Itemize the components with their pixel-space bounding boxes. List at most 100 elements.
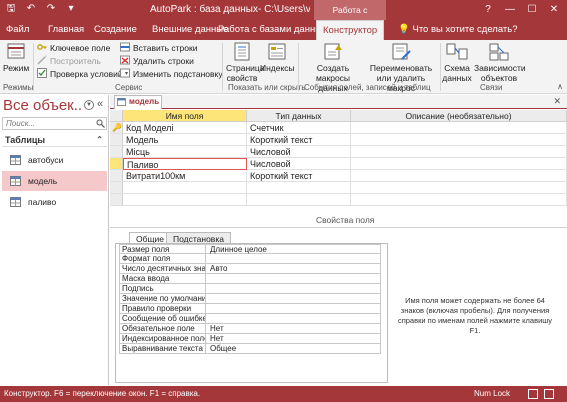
data-type-cell[interactable]: Короткий текст bbox=[247, 134, 351, 146]
collapse-ribbon-icon[interactable]: ∧ bbox=[557, 82, 563, 91]
nav-menu-chevron-icon[interactable]: ▼ bbox=[84, 100, 94, 110]
indexes-button[interactable]: Индексы bbox=[260, 42, 295, 73]
nav-search-input[interactable]: Поиск... bbox=[2, 117, 107, 130]
column-header-description[interactable]: Описание (необязательно) bbox=[351, 110, 567, 122]
description-cell[interactable] bbox=[351, 134, 567, 146]
description-cell[interactable] bbox=[351, 122, 567, 134]
description-cell[interactable] bbox=[351, 182, 567, 194]
minimize-button[interactable]: — bbox=[499, 0, 521, 20]
nav-item-palyvo[interactable]: паливо bbox=[2, 192, 107, 212]
property-value[interactable] bbox=[208, 314, 378, 323]
close-button[interactable]: ✕ bbox=[543, 0, 565, 20]
column-header-field-name[interactable]: Имя поля bbox=[123, 110, 247, 122]
table-row[interactable]: 🔑 Код Моделі Счетчик bbox=[110, 122, 567, 134]
table-row[interactable]: Місць Числовой bbox=[110, 146, 567, 158]
primary-key-button[interactable]: Ключевое поле bbox=[37, 42, 110, 54]
maximize-button[interactable]: ☐ bbox=[521, 0, 543, 20]
nav-item-avtobusy[interactable]: автобуси bbox=[2, 150, 107, 170]
save-icon[interactable]: 🖫 bbox=[4, 2, 18, 16]
property-value[interactable] bbox=[208, 274, 378, 283]
modify-lookups-button[interactable]: Изменить подстановку bbox=[120, 68, 223, 80]
field-name-cell[interactable] bbox=[123, 182, 247, 194]
tab-design[interactable]: Конструктор bbox=[316, 20, 385, 40]
row-selector[interactable] bbox=[110, 182, 123, 194]
property-label: Размер поля bbox=[120, 245, 206, 254]
tell-me-box[interactable]: 💡 Что вы хотите сделать? bbox=[392, 20, 524, 40]
relationships-button[interactable]: Схема данных bbox=[442, 42, 472, 83]
property-value[interactable]: Общее bbox=[208, 344, 378, 353]
search-icon[interactable] bbox=[96, 119, 105, 128]
property-value[interactable]: Нет bbox=[208, 334, 378, 343]
property-row[interactable]: Размер поля Длинное целое bbox=[119, 244, 381, 254]
table-row[interactable]: Витрати100км Короткий текст bbox=[110, 170, 567, 182]
view-button[interactable]: Режим bbox=[3, 42, 29, 73]
property-value[interactable] bbox=[208, 294, 378, 303]
object-dependencies-button[interactable]: Зависимости объектов bbox=[474, 42, 526, 83]
close-document-icon[interactable]: ✕ bbox=[553, 96, 561, 107]
property-row[interactable]: Маска ввода bbox=[119, 274, 381, 284]
data-type-cell[interactable]: Числовой bbox=[247, 146, 351, 158]
nav-item-model[interactable]: модель bbox=[2, 171, 107, 191]
property-value[interactable] bbox=[208, 254, 378, 263]
table-row-active[interactable]: Паливо Числовой bbox=[110, 158, 567, 170]
table-row-empty[interactable] bbox=[110, 182, 567, 194]
undo-icon[interactable]: ↶ bbox=[24, 2, 38, 16]
column-header-data-type[interactable]: Тип данных bbox=[247, 110, 351, 122]
builder-button[interactable]: Построитель bbox=[37, 55, 101, 67]
field-name-cell[interactable]: Код Моделі bbox=[123, 122, 247, 134]
field-name-cell[interactable]: Паливо bbox=[123, 158, 247, 170]
row-selector[interactable] bbox=[110, 194, 123, 206]
redo-icon[interactable]: ↷ bbox=[44, 2, 58, 16]
document-tab-model[interactable]: модель bbox=[114, 95, 162, 109]
field-name-cell[interactable]: Місць bbox=[123, 146, 247, 158]
tab-create[interactable]: Создание bbox=[88, 20, 143, 40]
property-row[interactable]: Сообщение об ошибке bbox=[119, 314, 381, 324]
row-selector[interactable] bbox=[110, 134, 123, 146]
property-row[interactable]: Формат поля bbox=[119, 254, 381, 264]
data-type-cell[interactable]: Числовой bbox=[247, 158, 351, 170]
field-name-cell[interactable] bbox=[123, 194, 247, 206]
description-cell[interactable] bbox=[351, 146, 567, 158]
property-row[interactable]: Обязательное поле Нет bbox=[119, 324, 381, 334]
description-cell[interactable] bbox=[351, 158, 567, 170]
data-type-cell[interactable]: Счетчик bbox=[247, 122, 351, 134]
nav-group-tables[interactable]: Таблицы ⌃ bbox=[2, 133, 107, 147]
property-row[interactable]: Выравнивание текста Общее bbox=[119, 344, 381, 354]
property-sheet-button[interactable]: Страница свойств bbox=[226, 42, 265, 83]
tab-home[interactable]: Главная bbox=[42, 20, 90, 40]
field-name-cell[interactable]: Витрати100км bbox=[123, 170, 247, 182]
customize-qat-icon[interactable]: ▾ bbox=[64, 2, 78, 16]
description-cell[interactable] bbox=[351, 170, 567, 182]
data-type-cell[interactable] bbox=[247, 194, 351, 206]
datasheet-view-icon[interactable] bbox=[528, 389, 538, 399]
table-row[interactable]: Модель Короткий текст bbox=[110, 134, 567, 146]
design-view-icon[interactable] bbox=[544, 389, 554, 399]
row-selector[interactable] bbox=[110, 170, 123, 182]
field-name-cell[interactable]: Модель bbox=[123, 134, 247, 146]
description-cell[interactable] bbox=[351, 194, 567, 206]
delete-rows-button[interactable]: Удалить строки bbox=[120, 55, 194, 67]
property-value[interactable]: Длинное целое bbox=[208, 245, 378, 254]
row-selector[interactable]: 🔑 bbox=[110, 122, 123, 134]
data-type-cell[interactable] bbox=[247, 182, 351, 194]
row-selector[interactable] bbox=[110, 158, 123, 170]
collapse-nav-icon[interactable]: « bbox=[97, 98, 103, 110]
property-row[interactable]: Подпись bbox=[119, 284, 381, 294]
property-row[interactable]: Число десятичных знаковАвто bbox=[119, 264, 381, 274]
test-rules-button[interactable]: Проверка условий bbox=[37, 68, 123, 80]
insert-rows-button[interactable]: Вставить строки bbox=[120, 42, 197, 54]
table-row-empty[interactable] bbox=[110, 194, 567, 206]
property-value[interactable]: Авто bbox=[208, 264, 378, 273]
property-row[interactable]: Правило проверки bbox=[119, 304, 381, 314]
property-row[interactable]: Индексированное поле Нет bbox=[119, 334, 381, 344]
data-type-cell[interactable]: Короткий текст bbox=[247, 170, 351, 182]
help-button[interactable]: ? bbox=[477, 0, 499, 20]
tab-database-tools[interactable]: Работа с базами данных bbox=[212, 20, 333, 40]
row-selector[interactable] bbox=[110, 146, 123, 158]
tab-file[interactable]: Файл bbox=[0, 20, 36, 40]
property-value[interactable]: Нет bbox=[208, 324, 378, 333]
property-value[interactable] bbox=[208, 304, 378, 313]
nav-pane-title[interactable]: Все объек... bbox=[3, 97, 83, 114]
property-value[interactable] bbox=[208, 284, 378, 293]
property-row[interactable]: Значение по умолчанию bbox=[119, 294, 381, 304]
